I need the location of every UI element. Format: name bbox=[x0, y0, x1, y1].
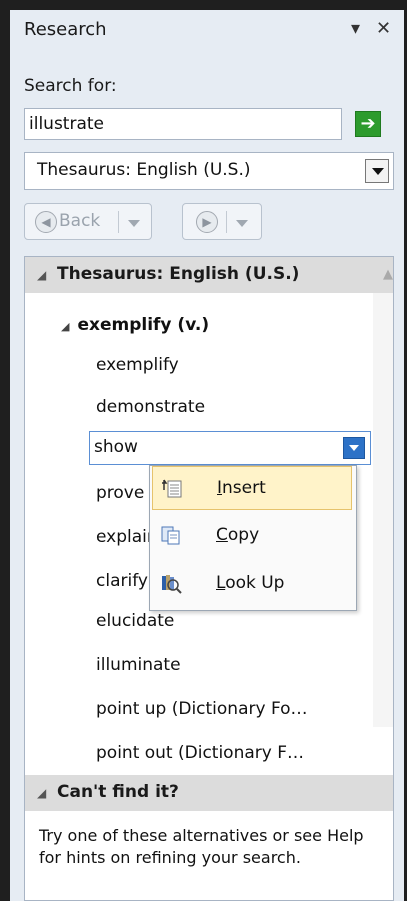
synonym-item[interactable]: elucidate bbox=[96, 611, 174, 631]
synonym-item[interactable]: clarify bbox=[96, 571, 148, 591]
selected-synonym[interactable]: show bbox=[89, 431, 371, 465]
copy-icon bbox=[161, 526, 180, 545]
collapse-triangle-icon: ◢ bbox=[37, 268, 47, 282]
collapse-triangle-icon: ◢ bbox=[61, 320, 70, 333]
synonym-item[interactable]: exemplify bbox=[96, 355, 179, 375]
chevron-down-icon[interactable] bbox=[343, 437, 365, 459]
forward-button[interactable]: ▶ bbox=[182, 203, 262, 240]
insert-label: Insert bbox=[217, 478, 266, 498]
word-group[interactable]: ◢ exemplify (v.) bbox=[61, 315, 209, 335]
help-text: Try one of these alternatives or see Hel… bbox=[39, 826, 364, 867]
back-label: Back bbox=[59, 211, 101, 231]
insert-menu-item[interactable]: Insert bbox=[152, 466, 352, 510]
search-input[interactable] bbox=[24, 108, 342, 140]
back-button[interactable]: ◀ Back bbox=[24, 203, 152, 240]
synonym-item[interactable]: point out (Dictionary F… bbox=[96, 743, 304, 763]
books-magnifier-icon bbox=[162, 575, 182, 594]
insert-icon bbox=[162, 479, 182, 498]
synonym-item[interactable]: prove bbox=[96, 483, 144, 503]
source-selected-text: Thesaurus: English (U.S.) bbox=[37, 160, 251, 180]
lookup-menu-item[interactable]: Look Up bbox=[152, 562, 352, 606]
back-arrow-icon: ◀ bbox=[35, 211, 57, 233]
pane-title: Research bbox=[24, 19, 107, 40]
copy-label: Copy bbox=[216, 525, 260, 545]
group-word: exemplify (v.) bbox=[77, 315, 210, 335]
synonym-item[interactable]: demonstrate bbox=[96, 397, 205, 417]
chevron-down-icon[interactable]: ▾ bbox=[351, 18, 360, 39]
synonym-item[interactable]: illuminate bbox=[96, 655, 181, 675]
help-section-title: Can't find it? bbox=[57, 782, 179, 802]
results-panel: ◢ Thesaurus: English (U.S.) ▲ ◢ exemplify… bbox=[24, 256, 394, 901]
source-dropdown[interactable]: Thesaurus: English (U.S.) bbox=[24, 152, 394, 190]
collapse-triangle-icon: ◢ bbox=[37, 786, 47, 800]
go-button[interactable]: ➔ bbox=[355, 111, 381, 137]
chevron-down-icon[interactable] bbox=[365, 159, 389, 183]
forward-arrow-icon: ▶ bbox=[196, 211, 218, 233]
chevron-down-icon[interactable] bbox=[128, 220, 140, 227]
lookup-label: Look Up bbox=[216, 573, 285, 593]
thesaurus-section-header[interactable]: ◢ Thesaurus: English (U.S.) ▲ bbox=[25, 257, 393, 293]
context-menu: Insert Copy Look Up bbox=[149, 465, 357, 611]
close-icon[interactable]: ✕ bbox=[376, 18, 391, 39]
search-label: Search for: bbox=[24, 76, 117, 96]
synonym-item[interactable]: point up (Dictionary Fo… bbox=[96, 699, 308, 719]
copy-menu-item[interactable]: Copy bbox=[152, 514, 352, 558]
pane-titlebar: Research ▾ ✕ bbox=[10, 10, 404, 52]
chevron-down-icon[interactable] bbox=[236, 220, 248, 227]
scrollbar[interactable] bbox=[373, 257, 393, 727]
section-title: Thesaurus: English (U.S.) bbox=[57, 264, 300, 284]
selected-synonym-text: show bbox=[94, 437, 138, 457]
research-pane: Research ▾ ✕ Search for: ➔ Thesaurus: En… bbox=[10, 10, 404, 901]
scroll-up-icon[interactable]: ▲ bbox=[383, 267, 393, 282]
cant-find-section-header[interactable]: ◢ Can't find it? bbox=[25, 775, 393, 811]
